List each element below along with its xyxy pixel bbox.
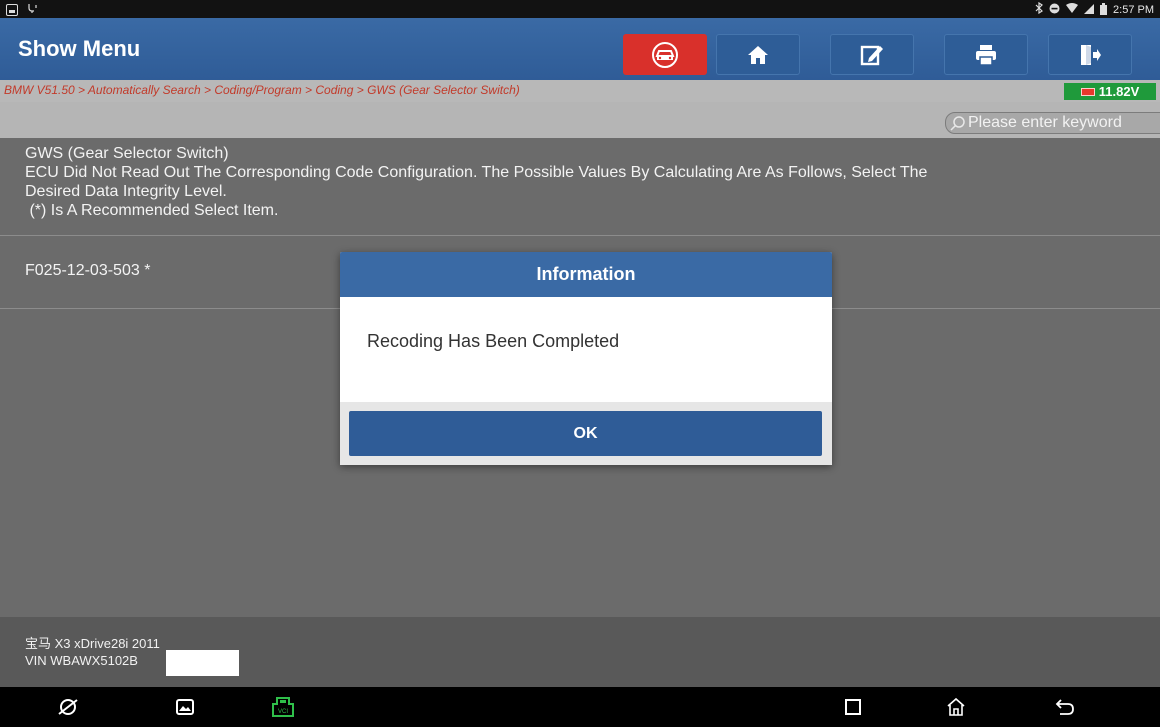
edit-report-icon	[860, 45, 883, 65]
dialog-message: Recoding Has Been Completed	[367, 331, 620, 351]
info-line-note: (*) Is A Recommended Select Item.	[25, 202, 279, 219]
dialog-footer: OK	[340, 402, 832, 465]
svg-text:VCI: VCI	[278, 709, 288, 715]
home-outline-icon	[947, 697, 965, 716]
car-battery-icon	[1080, 87, 1095, 96]
page-title: Show Menu	[18, 36, 141, 61]
gallery-notification-icon	[6, 4, 18, 16]
planet-icon	[58, 699, 78, 715]
vin-redaction	[166, 650, 239, 676]
voltage-value: 11.82V	[1098, 84, 1140, 99]
browser-shortcut[interactable]	[55, 695, 81, 719]
ok-button[interactable]: OK	[349, 411, 822, 456]
exit-button[interactable]	[1048, 34, 1132, 75]
battery-icon	[1100, 2, 1108, 18]
usb-debug-icon	[27, 2, 39, 18]
status-time: 2:57 PM	[1113, 4, 1154, 16]
home-nav-button[interactable]	[943, 695, 969, 719]
square-recents-icon	[845, 699, 861, 715]
vci-connector-icon: VCI	[272, 697, 294, 717]
vehicle-info: 宝马 X3 xDrive28i 2011 VIN WBAWX5102B	[0, 617, 1160, 687]
back-button[interactable]	[1052, 695, 1078, 719]
back-arrow-icon	[1055, 699, 1074, 715]
vehicle-vin: VIN WBAWX5102B	[25, 653, 138, 668]
exit-icon	[1081, 44, 1101, 65]
system-nav-bar: VCI	[0, 687, 1160, 727]
gallery-shortcut[interactable]	[172, 695, 198, 719]
printer-icon	[976, 44, 996, 66]
dialog-title: Information	[340, 252, 832, 297]
search-strip: Please enter keyword	[0, 102, 1160, 138]
status-bar: 2:57 PM	[0, 0, 1160, 18]
vehicle-model: 宝马 X3 xDrive28i 2011	[25, 636, 160, 651]
print-button[interactable]	[944, 34, 1028, 75]
info-line-description-cont: Desired Data Integrity Level.	[25, 183, 227, 200]
info-text: GWS (Gear Selector Switch) ECU Did Not R…	[0, 138, 1160, 236]
voltage-badge: 11.82V	[1064, 83, 1156, 100]
car-diagnosis-icon	[652, 41, 678, 68]
breadcrumb-bar: BMW V51.50 > Automatically Search > Codi…	[0, 80, 1160, 102]
home-button[interactable]	[716, 34, 800, 75]
bluetooth-icon	[1035, 1, 1043, 18]
report-button[interactable]	[830, 34, 914, 75]
search-icon	[950, 116, 965, 131]
search-placeholder: Please enter keyword	[968, 114, 1122, 131]
recents-button[interactable]	[840, 695, 866, 719]
info-line-title: GWS (Gear Selector Switch)	[25, 145, 229, 162]
wifi-icon	[1066, 3, 1079, 17]
do-not-disturb-icon	[1049, 3, 1060, 17]
information-dialog: Information Recoding Has Been Completed …	[340, 252, 832, 465]
app-header: Show Menu	[0, 18, 1160, 80]
gallery-icon	[176, 699, 194, 715]
diagnosis-button[interactable]	[623, 34, 707, 75]
vci-shortcut[interactable]: VCI	[270, 695, 296, 719]
home-icon	[748, 45, 768, 64]
breadcrumb: BMW V51.50 > Automatically Search > Codi…	[4, 83, 520, 97]
option-label: F025-12-03-503 *	[25, 262, 151, 279]
info-line-description: ECU Did Not Read Out The Corresponding C…	[25, 164, 928, 181]
cell-signal-icon	[1084, 3, 1095, 17]
search-input[interactable]: Please enter keyword	[945, 112, 1160, 134]
